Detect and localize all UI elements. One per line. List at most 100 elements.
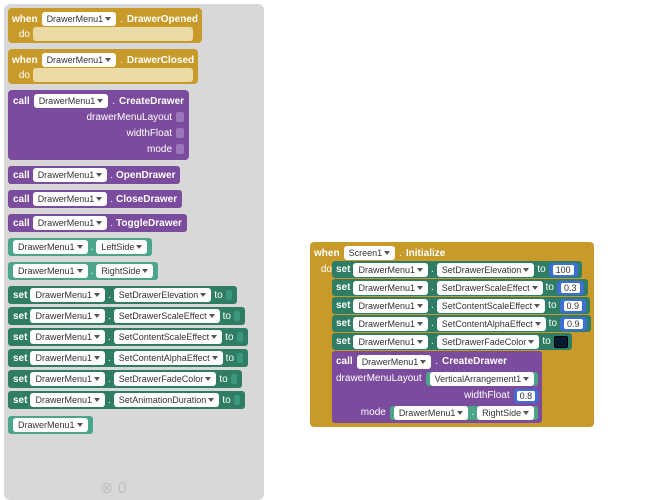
- input-socket[interactable]: [234, 395, 240, 405]
- chevron-down-icon: [97, 99, 103, 103]
- set-drawer-scale-row[interactable]: set DrawerMenu1. SetDrawerScaleEffect to…: [332, 279, 588, 296]
- setter-block-content-alpha[interactable]: set DrawerMenu1. SetContentAlphaEffect t…: [8, 349, 248, 367]
- chevron-down-icon: [94, 377, 100, 381]
- event-name: DrawerOpened: [127, 14, 198, 25]
- component-dropdown[interactable]: DrawerMenu1: [33, 168, 108, 182]
- number-value[interactable]: 0.8: [514, 389, 539, 403]
- property-dropdown[interactable]: SetDrawerFadeColor: [114, 372, 217, 386]
- component-dropdown[interactable]: DrawerMenu1: [42, 53, 117, 67]
- event-block-screen-initialize[interactable]: when Screen1 . Initialize do set DrawerM…: [310, 242, 594, 427]
- component-dropdown[interactable]: DrawerMenu1: [33, 192, 108, 206]
- trash-icon[interactable]: ⊗ 0: [100, 478, 127, 498]
- setter-block-animation-duration[interactable]: set DrawerMenu1. SetAnimationDuration to: [8, 391, 245, 409]
- getter-value-right-side[interactable]: DrawerMenu1 . RightSide: [390, 406, 538, 420]
- event-block-drawer-opened[interactable]: when DrawerMenu1 . DrawerOpened do: [8, 8, 202, 43]
- component-dropdown[interactable]: DrawerMenu1: [13, 264, 88, 278]
- chevron-down-icon: [94, 356, 100, 360]
- chevron-down-icon: [535, 322, 541, 326]
- property-dropdown[interactable]: SetContentScaleEffect: [114, 330, 222, 344]
- component-dropdown[interactable]: DrawerMenu1: [34, 94, 109, 108]
- chevron-down-icon: [208, 398, 214, 402]
- chevron-down-icon: [94, 398, 100, 402]
- color-value[interactable]: [554, 336, 568, 348]
- chevron-down-icon: [211, 335, 217, 339]
- component-dropdown[interactable]: DrawerMenu1: [353, 299, 428, 313]
- call-block-create-drawer[interactable]: call DrawerMenu1 . CreateDrawer drawerMe…: [8, 90, 189, 160]
- property-dropdown[interactable]: SetContentAlphaEffect: [114, 351, 223, 365]
- call-block-toggle-drawer[interactable]: call DrawerMenu1 . ToggleDrawer: [8, 214, 187, 232]
- component-dropdown[interactable]: DrawerMenu1: [30, 309, 105, 323]
- chevron-down-icon: [417, 268, 423, 272]
- chevron-down-icon: [523, 411, 529, 415]
- component-dropdown[interactable]: DrawerMenu1: [353, 263, 428, 277]
- property-dropdown[interactable]: SetAnimationDuration: [114, 393, 220, 407]
- setter-block-fade-color[interactable]: set DrawerMenu1. SetDrawerFadeColor to: [8, 370, 242, 388]
- setter-block-content-scale[interactable]: set DrawerMenu1. SetContentScaleEffect t…: [8, 328, 248, 346]
- input-socket[interactable]: [231, 374, 237, 384]
- input-socket[interactable]: [176, 128, 184, 138]
- component-dropdown[interactable]: DrawerMenu1: [13, 418, 88, 432]
- chevron-down-icon: [205, 377, 211, 381]
- number-value[interactable]: 100: [549, 263, 578, 277]
- getter-block-left-side[interactable]: DrawerMenu1 . LeftSide: [8, 238, 152, 256]
- set-elevation-row[interactable]: set DrawerMenu1. SetDrawerElevation to 1…: [332, 261, 582, 278]
- number-value[interactable]: 0.3: [557, 281, 584, 295]
- chevron-down-icon: [96, 173, 102, 177]
- property-dropdown[interactable]: SetDrawerElevation: [437, 263, 535, 277]
- property-dropdown[interactable]: SetContentScaleEffect: [437, 299, 545, 313]
- property-dropdown[interactable]: SetDrawerScaleEffect: [114, 309, 220, 323]
- call-block-open-drawer[interactable]: call DrawerMenu1 . OpenDrawer: [8, 166, 180, 184]
- number-value[interactable]: 0.9: [560, 317, 587, 331]
- chevron-down-icon: [534, 304, 540, 308]
- property-dropdown[interactable]: SetDrawerElevation: [114, 288, 212, 302]
- input-socket[interactable]: [234, 311, 240, 321]
- component-dropdown[interactable]: DrawerMenu1: [30, 351, 105, 365]
- component-dropdown[interactable]: DrawerMenu1: [353, 335, 428, 349]
- chevron-down-icon: [105, 17, 111, 21]
- component-dropdown[interactable]: DrawerMenu1: [13, 240, 88, 254]
- property-dropdown[interactable]: RightSide: [96, 264, 153, 278]
- chevron-down-icon: [142, 269, 148, 273]
- event-block-drawer-closed[interactable]: when DrawerMenu1 . DrawerClosed do: [8, 49, 198, 84]
- block-palette-column: when DrawerMenu1 . DrawerOpened do when …: [4, 4, 264, 500]
- set-content-alpha-row[interactable]: set DrawerMenu1. SetContentAlphaEffect t…: [332, 315, 591, 332]
- input-socket[interactable]: [176, 112, 184, 122]
- component-dropdown[interactable]: DrawerMenu1: [30, 288, 105, 302]
- property-dropdown[interactable]: LeftSide: [96, 240, 147, 254]
- component-dropdown[interactable]: DrawerMenu1: [42, 12, 117, 26]
- chevron-down-icon: [94, 335, 100, 339]
- chevron-down-icon: [417, 286, 423, 290]
- component-value[interactable]: VerticalArrangement1: [426, 372, 539, 386]
- set-content-scale-row[interactable]: set DrawerMenu1. SetContentScaleEffect t…: [332, 297, 590, 314]
- input-socket[interactable]: [237, 332, 243, 342]
- number-value[interactable]: 0.9: [560, 299, 587, 313]
- property-dropdown[interactable]: SetDrawerScaleEffect: [437, 281, 543, 295]
- chevron-down-icon: [532, 286, 538, 290]
- set-fade-color-row[interactable]: set DrawerMenu1. SetDrawerFadeColor to: [332, 333, 572, 350]
- component-dropdown[interactable]: DrawerMenu1: [353, 281, 428, 295]
- property-dropdown[interactable]: SetDrawerFadeColor: [437, 335, 540, 349]
- input-socket[interactable]: [237, 353, 243, 363]
- component-ref-block[interactable]: DrawerMenu1: [8, 416, 93, 434]
- setter-block-elevation[interactable]: set DrawerMenu1. SetDrawerElevation to: [8, 286, 237, 304]
- call-create-drawer-filled[interactable]: call DrawerMenu1 . CreateDrawer drawerMe…: [332, 351, 542, 423]
- call-block-close-drawer[interactable]: call DrawerMenu1 . CloseDrawer: [8, 190, 182, 208]
- component-dropdown[interactable]: DrawerMenu1: [30, 330, 105, 344]
- chevron-down-icon: [136, 245, 142, 249]
- component-dropdown[interactable]: Screen1: [344, 246, 396, 260]
- workspace-canvas[interactable]: when DrawerMenu1 . DrawerOpened do when …: [0, 0, 658, 500]
- setter-block-drawer-scale[interactable]: set DrawerMenu1. SetDrawerScaleEffect to: [8, 307, 245, 325]
- component-dropdown[interactable]: DrawerMenu1: [30, 372, 105, 386]
- component-dropdown[interactable]: DrawerMenu1: [33, 216, 108, 230]
- input-socket[interactable]: [176, 144, 184, 154]
- chevron-down-icon: [94, 314, 100, 318]
- input-socket[interactable]: [226, 290, 232, 300]
- property-dropdown[interactable]: SetContentAlphaEffect: [437, 317, 546, 331]
- do-slot[interactable]: [33, 68, 193, 82]
- chevron-down-icon: [209, 314, 215, 318]
- component-dropdown[interactable]: DrawerMenu1: [357, 355, 432, 369]
- getter-block-right-side[interactable]: DrawerMenu1 . RightSide: [8, 262, 158, 280]
- component-dropdown[interactable]: DrawerMenu1: [353, 317, 428, 331]
- component-dropdown[interactable]: DrawerMenu1: [30, 393, 105, 407]
- do-slot[interactable]: [33, 27, 193, 41]
